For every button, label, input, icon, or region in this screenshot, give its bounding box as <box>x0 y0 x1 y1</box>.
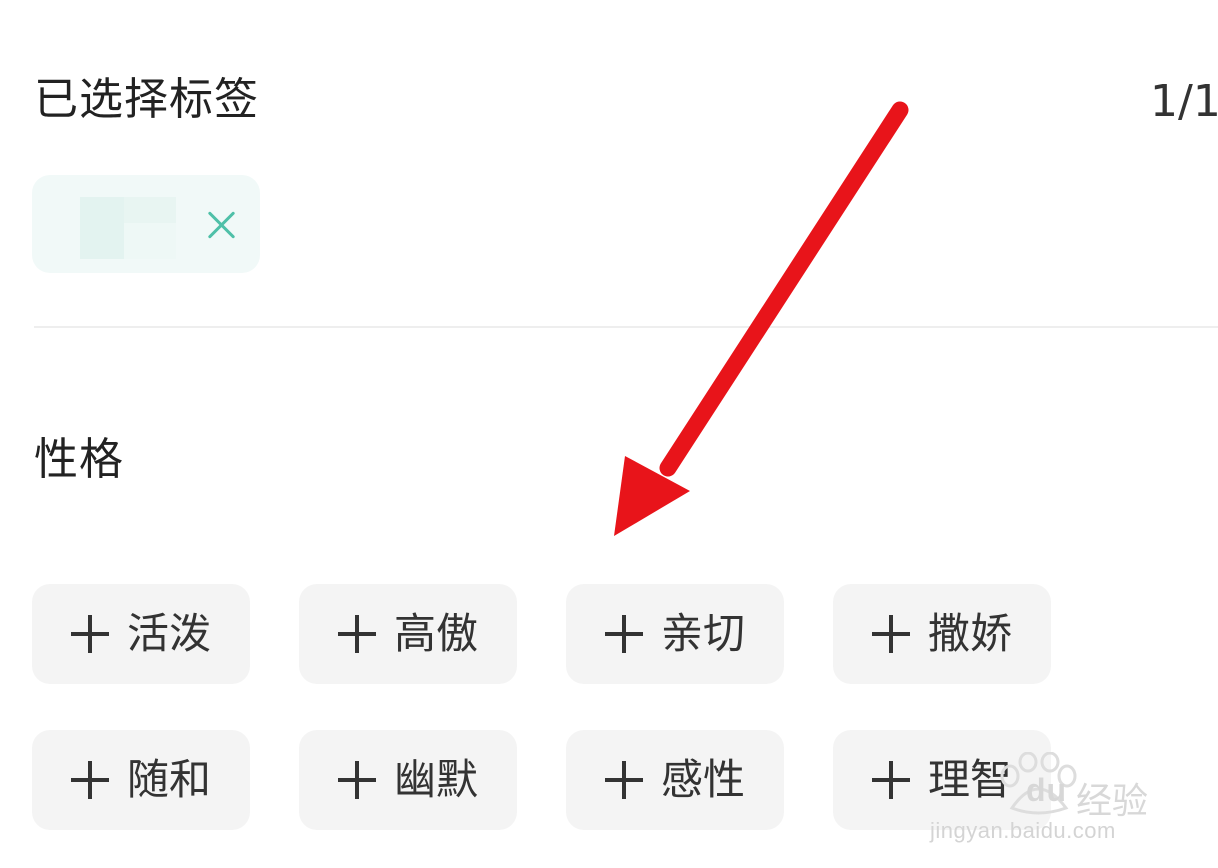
close-icon[interactable] <box>202 205 240 243</box>
baidu-watermark: du 经验 jingyan.baidu.com <box>930 738 1160 848</box>
tag-button-coquettish[interactable]: 撒娇 <box>833 584 1051 684</box>
tag-button-proud[interactable]: 高傲 <box>299 584 517 684</box>
plus-icon <box>604 761 643 799</box>
personality-title: 性格 <box>34 434 124 485</box>
tag-label: 活泼 <box>126 609 211 658</box>
tag-button-humorous[interactable]: 幽默 <box>299 730 517 830</box>
tag-label: 撒娇 <box>927 609 1012 658</box>
tag-label: 高傲 <box>393 609 478 658</box>
selected-count: 1/1 <box>1150 76 1218 127</box>
tag-label: 感性 <box>660 755 745 804</box>
tag-label: 随和 <box>126 755 211 804</box>
selected-tags-title: 已选择标签 <box>34 74 259 125</box>
tag-label: 亲切 <box>660 609 745 658</box>
plus-icon <box>604 615 643 653</box>
tag-label: 幽默 <box>393 755 478 804</box>
plus-icon <box>70 615 109 653</box>
watermark-text: 经验 <box>1076 780 1149 821</box>
plus-icon <box>70 761 109 799</box>
selected-tag-chip[interactable] <box>32 175 260 273</box>
tag-button-easygoing[interactable]: 随和 <box>32 730 250 830</box>
plus-icon <box>337 761 376 799</box>
tag-button-lively[interactable]: 活泼 <box>32 584 250 684</box>
watermark-logo-text: du <box>1026 772 1068 808</box>
divider <box>34 326 1218 328</box>
plus-icon <box>337 615 376 653</box>
watermark-url: jingyan.baidu.com <box>930 818 1116 843</box>
tag-button-friendly[interactable]: 亲切 <box>566 584 784 684</box>
tag-button-emotional[interactable]: 感性 <box>566 730 784 830</box>
plus-icon <box>871 761 910 799</box>
plus-icon <box>871 615 910 653</box>
